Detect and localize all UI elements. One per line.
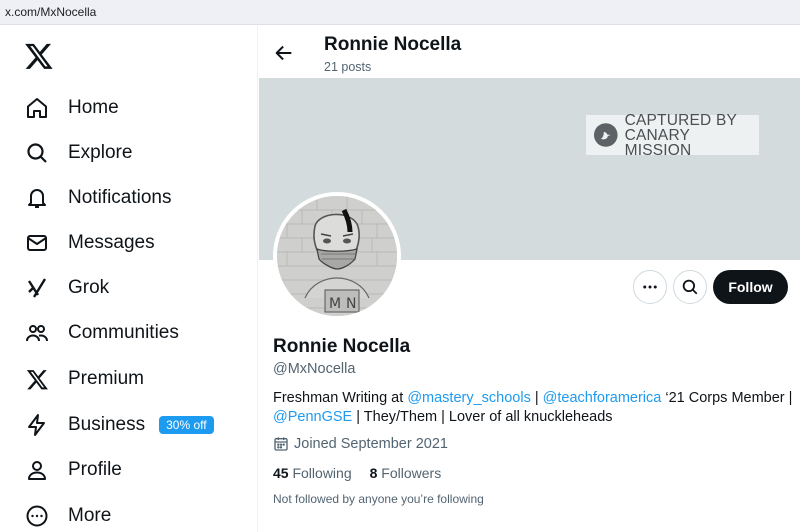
nav-more-label: More <box>68 505 112 526</box>
more-circle-icon <box>24 503 50 529</box>
bio-text: Freshman Writing at <box>273 390 408 406</box>
nav-grok-label: Grok <box>68 277 110 298</box>
mention-link[interactable]: @mastery_schools <box>407 390 531 406</box>
followers-link[interactable]: 8 Followers <box>370 465 442 481</box>
canary-mission-watermark: CAPTURED BY CANARY MISSION <box>586 111 759 159</box>
mention-link[interactable]: @teachforamerica <box>543 390 662 406</box>
more-dots-icon <box>643 285 657 289</box>
url-text: x.com/MxNocella <box>5 5 97 19</box>
svg-text:M: M <box>329 296 341 312</box>
bio-text: | They/Them | Lover of all knuckleheads <box>352 409 613 425</box>
nav-notifications-label: Notifications <box>68 187 172 208</box>
mention-link[interactable]: @PennGSE <box>273 409 352 425</box>
nav-messages-label: Messages <box>68 232 155 253</box>
back-arrow-icon[interactable] <box>273 42 295 64</box>
nav-premium[interactable]: Premium <box>24 359 254 399</box>
nav-premium-label: Premium <box>68 368 145 389</box>
nav-notifications[interactable]: Notifications <box>24 178 254 218</box>
home-icon <box>24 95 50 121</box>
header-post-count: 21 posts <box>324 60 372 74</box>
joined-date: Joined September 2021 <box>273 436 448 452</box>
search-profile-button[interactable] <box>673 270 707 304</box>
canary-bird-icon <box>593 123 618 147</box>
profile-handle: @MxNocella <box>273 361 356 377</box>
lightning-icon <box>24 412 50 438</box>
profile-bio: Freshman Writing at @mastery_schools | @… <box>273 389 793 427</box>
bell-icon <box>24 185 50 211</box>
more-options-button[interactable] <box>633 270 667 304</box>
profile-main: Ronnie Nocella 21 posts CAPTURED BY CANA… <box>259 26 800 532</box>
people-icon <box>24 320 50 346</box>
follow-stats: 45 Following 8 Followers <box>273 465 459 481</box>
nav-home-label: Home <box>68 97 119 118</box>
search-icon <box>24 140 50 166</box>
nav-communities[interactable]: Communities <box>24 313 254 353</box>
follow-button[interactable]: Follow <box>713 270 788 304</box>
envelope-icon <box>24 230 50 256</box>
nav-business[interactable]: Business 30% off <box>24 405 254 445</box>
joined-text: Joined September 2021 <box>294 436 448 452</box>
profile-name: Ronnie Nocella <box>273 336 411 357</box>
browser-url-bar[interactable]: x.com/MxNocella <box>0 0 800 25</box>
nav-grok[interactable]: Grok <box>24 268 254 308</box>
search-icon <box>682 279 698 295</box>
sidebar: Home Explore Notifications Messages Grok… <box>0 26 258 532</box>
profile-avatar[interactable]: M N <box>273 192 401 320</box>
nav-home[interactable]: Home <box>24 88 254 128</box>
nav-more[interactable]: More <box>24 496 254 532</box>
discount-badge: 30% off <box>159 416 214 434</box>
grok-icon <box>24 275 50 301</box>
person-icon <box>24 457 50 483</box>
following-link[interactable]: 45 Following <box>273 465 352 481</box>
nav-profile[interactable]: Profile <box>24 450 254 490</box>
nav-explore-label: Explore <box>68 142 133 163</box>
bio-text: | <box>530 390 543 406</box>
nav-messages[interactable]: Messages <box>24 223 254 263</box>
nav-communities-label: Communities <box>68 322 179 343</box>
bio-text: ‘21 Corps Member | <box>661 390 793 406</box>
nav-explore[interactable]: Explore <box>24 133 254 173</box>
profile-header: Ronnie Nocella 21 posts <box>259 26 800 78</box>
watermark-text: CAPTURED BY CANARY MISSION <box>624 111 738 159</box>
x-logo-icon <box>24 366 50 392</box>
svg-text:N: N <box>346 296 356 312</box>
calendar-icon <box>274 437 288 451</box>
header-name: Ronnie Nocella <box>324 34 462 55</box>
nav-profile-label: Profile <box>68 459 122 480</box>
not-followed-note: Not followed by anyone you’re following <box>273 492 484 506</box>
nav-business-label: Business <box>68 414 146 435</box>
x-logo-icon[interactable] <box>24 41 54 71</box>
